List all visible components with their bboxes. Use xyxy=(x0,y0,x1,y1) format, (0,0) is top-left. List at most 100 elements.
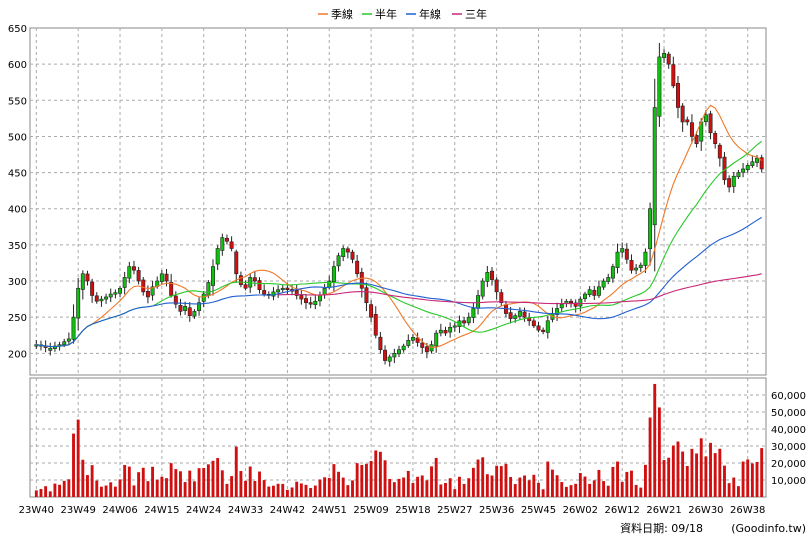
volume-bar xyxy=(48,491,52,497)
volume-bar xyxy=(471,467,475,497)
candle-body xyxy=(211,266,215,286)
candle-body xyxy=(206,282,211,296)
candle-body xyxy=(736,172,741,178)
candle-body xyxy=(629,260,634,271)
volume-bar xyxy=(704,456,708,497)
candle-body xyxy=(680,105,685,123)
x-tick-label: 24W51 xyxy=(312,505,347,516)
volume-bar xyxy=(179,471,182,497)
volume-bar xyxy=(574,483,578,497)
volume-bar xyxy=(476,459,480,497)
candle-body xyxy=(62,341,67,345)
volume-bar xyxy=(34,490,38,497)
candle-body xyxy=(624,248,629,260)
volume-bar xyxy=(141,467,145,497)
candle-body xyxy=(708,113,713,134)
volume-bar xyxy=(425,480,429,497)
candle-body xyxy=(750,161,755,166)
volume-bar xyxy=(248,466,252,497)
volume-bar xyxy=(318,479,322,497)
volume-bar xyxy=(550,469,554,497)
volume-bar xyxy=(165,478,168,497)
candle-body xyxy=(578,298,583,307)
volume-bar xyxy=(537,482,540,497)
volume-bar xyxy=(86,475,89,497)
volume-bar xyxy=(448,478,452,497)
volume-bar xyxy=(378,451,382,497)
volume-bar xyxy=(58,484,62,497)
x-tick-label: 23W40 xyxy=(19,505,54,516)
volume-bar xyxy=(337,471,340,497)
volume-bar xyxy=(592,480,596,497)
candle-body xyxy=(308,302,313,305)
volume-bar xyxy=(95,480,99,497)
volume-bar xyxy=(132,485,136,497)
candle-body xyxy=(648,208,653,250)
volume-bar xyxy=(430,466,433,497)
volume-bar xyxy=(225,483,229,497)
volume-bar xyxy=(388,478,392,497)
volume-bar xyxy=(211,460,215,497)
legend-label: 三年 xyxy=(465,7,487,21)
x-tick-label: 24W33 xyxy=(228,505,263,516)
volume-bar xyxy=(262,480,266,497)
volume-bar xyxy=(527,480,531,497)
volume-bar xyxy=(499,466,503,497)
x-tick-label: 25W36 xyxy=(479,505,514,516)
candle-body xyxy=(666,53,671,65)
candle-body xyxy=(127,266,132,279)
candle-body xyxy=(694,135,699,144)
volume-bar xyxy=(160,476,164,497)
x-tick-label: 25W09 xyxy=(353,505,388,516)
volume-bar xyxy=(183,482,187,497)
candle-body xyxy=(243,284,248,289)
stock-chart: 季線 半年 年線 三年 200 250 300 350 400 450 500 550 600 650 1… xyxy=(8,7,806,535)
candle-body xyxy=(676,83,680,108)
volume-bar xyxy=(434,457,438,497)
volume-bar xyxy=(309,488,313,497)
volume-tick-label: 30,000 xyxy=(771,442,806,453)
volume-bar xyxy=(313,485,317,497)
volume-bar xyxy=(453,489,457,497)
candle-body xyxy=(569,300,574,304)
volume-bar xyxy=(192,481,196,497)
volume-bar xyxy=(750,463,754,497)
candle-body xyxy=(313,300,318,305)
candle-body xyxy=(76,287,81,319)
candle-body xyxy=(252,277,257,282)
volume-bar xyxy=(602,481,606,497)
candle-body xyxy=(583,293,587,299)
candle-body xyxy=(350,251,355,260)
volume-bar xyxy=(732,477,736,497)
volume-bar xyxy=(113,486,117,497)
candle-body xyxy=(192,311,197,317)
candle-body xyxy=(187,307,192,317)
candle-body xyxy=(392,353,397,358)
x-tick-label: 25W45 xyxy=(521,505,556,516)
x-tick-label: 26W12 xyxy=(605,505,640,516)
volume-bar xyxy=(625,471,629,497)
volume-bar xyxy=(267,486,271,497)
volume-bar xyxy=(634,484,638,497)
volume-bar xyxy=(420,475,424,497)
candle-body xyxy=(406,339,411,346)
candle-body xyxy=(141,279,146,293)
volume-bar xyxy=(304,484,308,497)
candle-body xyxy=(224,237,229,242)
volume-bar xyxy=(583,476,587,497)
candle-body xyxy=(322,287,327,295)
x-tick-label: 25W27 xyxy=(437,505,472,516)
candle-body xyxy=(108,293,113,298)
candle-body xyxy=(85,273,90,282)
candle-body xyxy=(657,56,662,117)
candle-body xyxy=(517,311,522,317)
volume-bar xyxy=(755,461,759,497)
volume-bar xyxy=(569,485,573,497)
volume-bar xyxy=(699,438,703,497)
candle-body xyxy=(466,316,471,324)
volume-bar xyxy=(560,482,564,497)
candle-body xyxy=(66,338,71,342)
candle-body xyxy=(336,255,341,267)
volume-bar xyxy=(727,483,731,497)
x-tick-label: 24W06 xyxy=(102,505,137,516)
